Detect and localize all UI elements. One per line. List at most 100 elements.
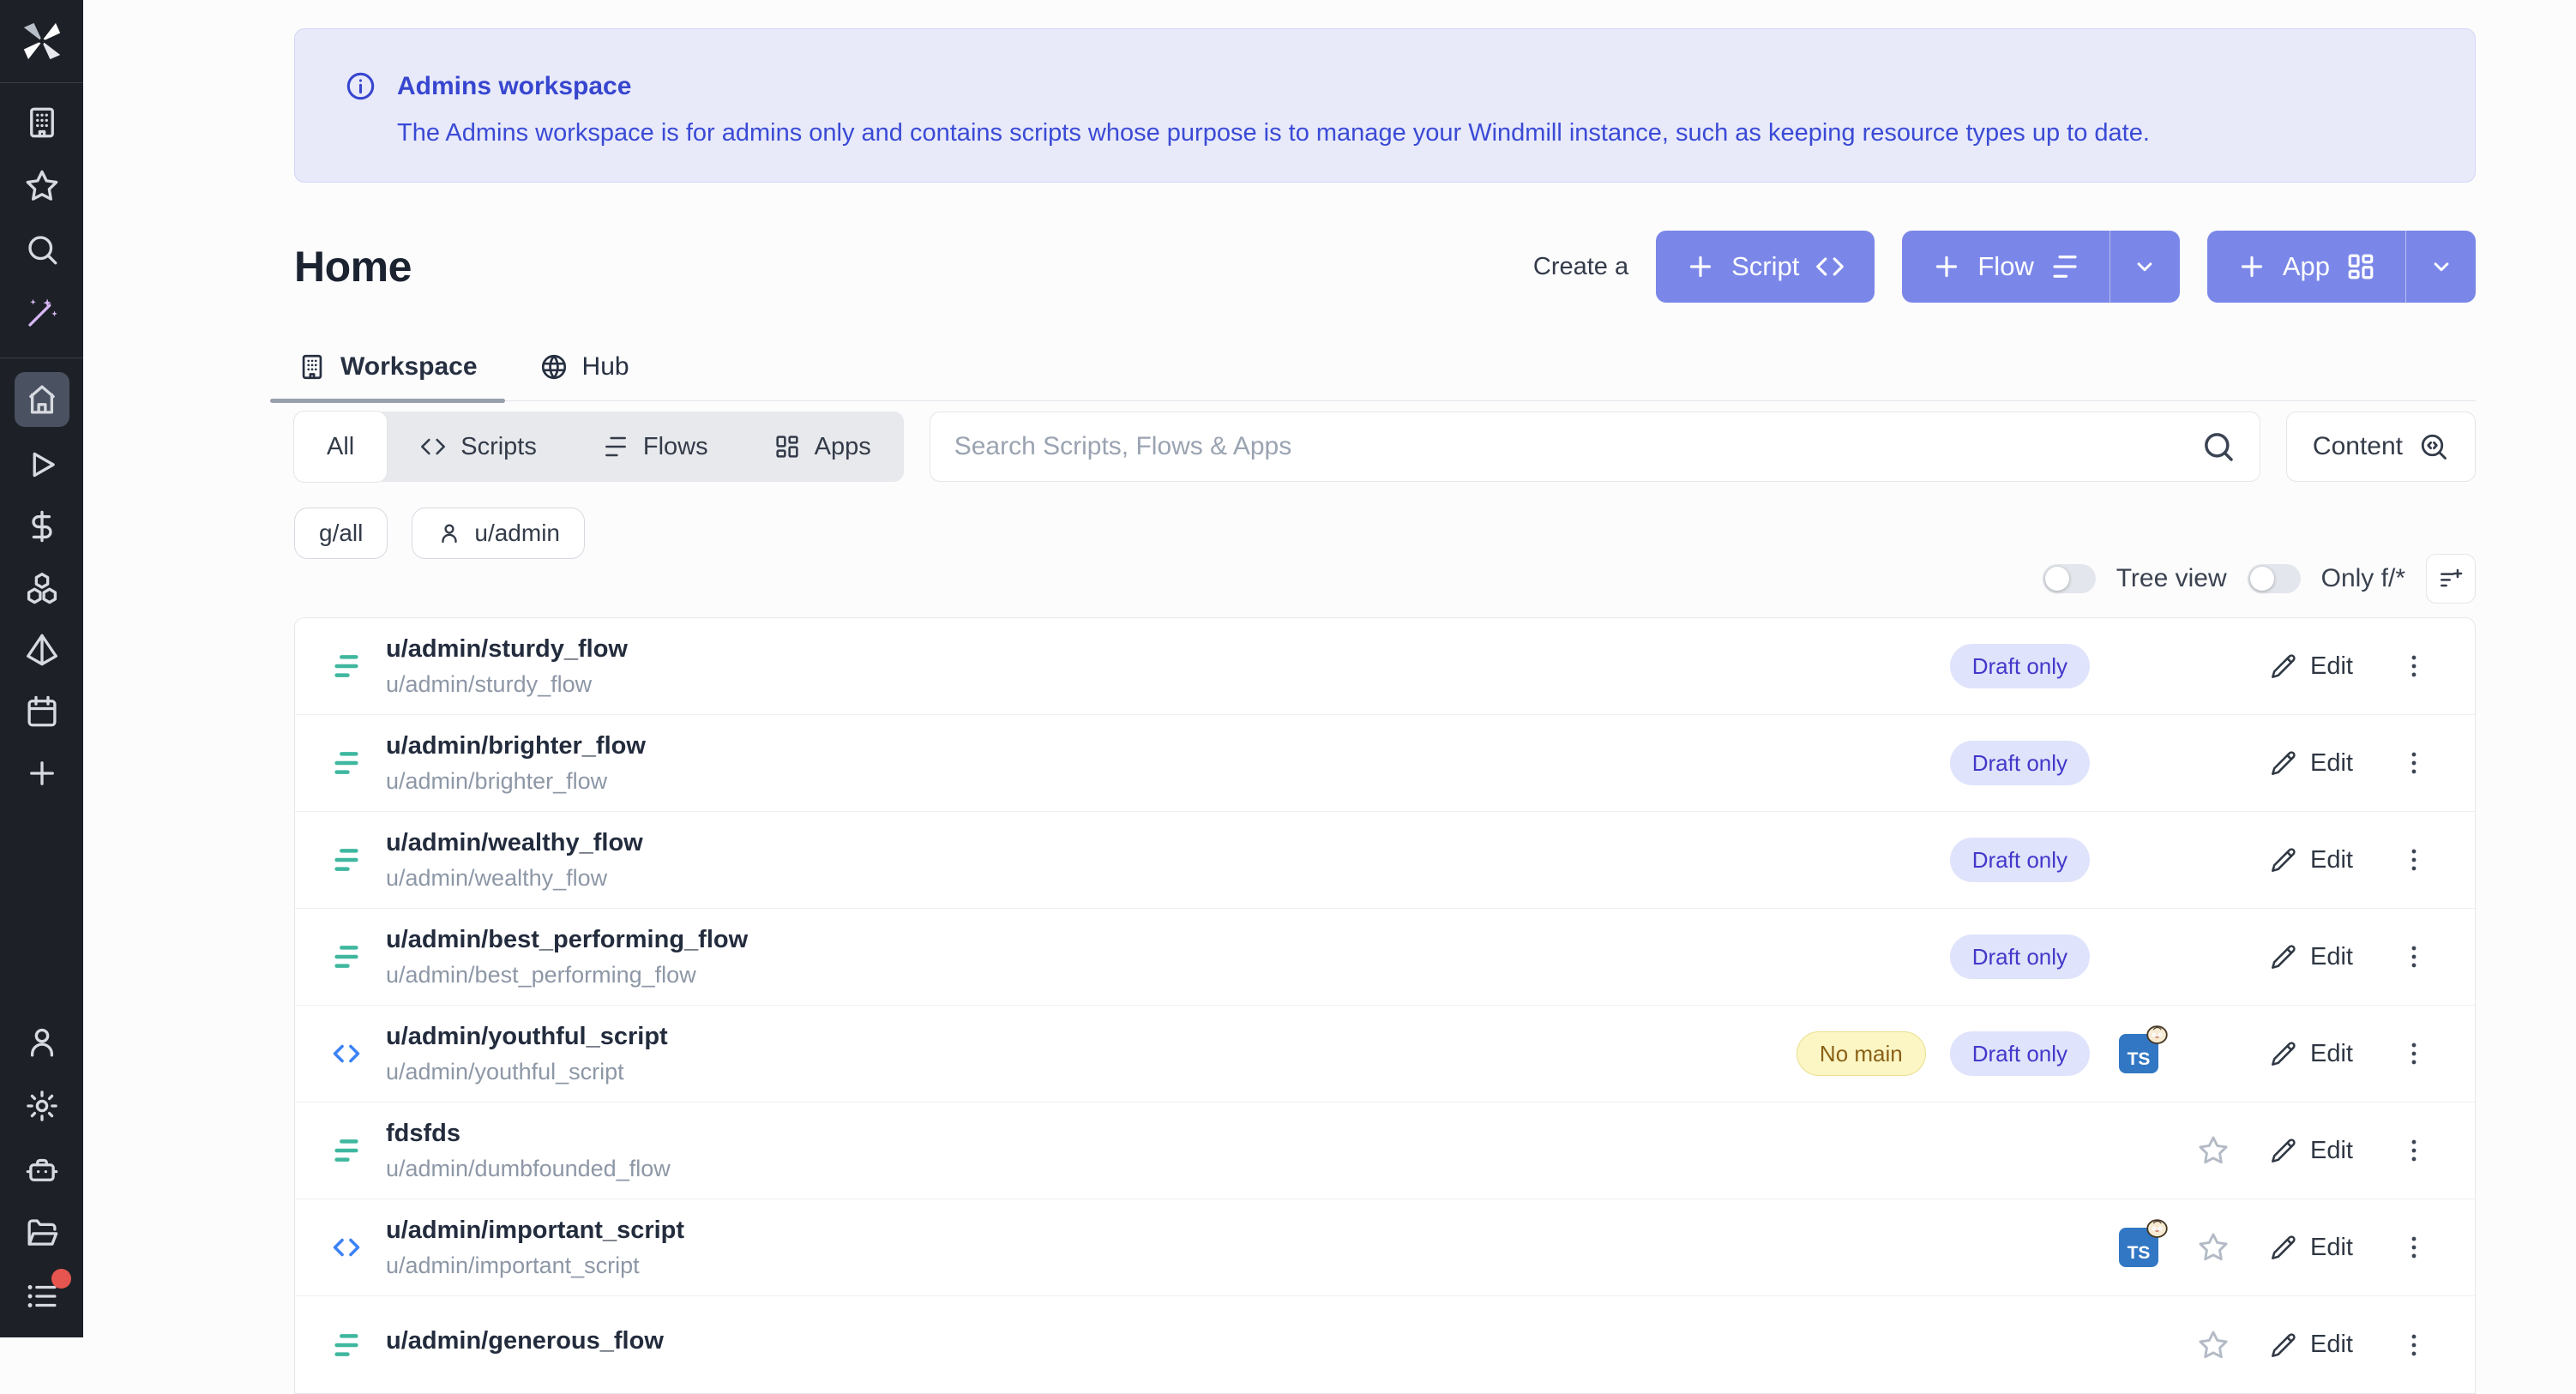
- edit-button[interactable]: Edit: [2270, 1234, 2353, 1262]
- item-path: u/admin/wealthy_flow: [386, 865, 643, 892]
- create-flow-main[interactable]: Flow: [1902, 231, 2109, 303]
- list-item-row[interactable]: u/admin/generous_flowEdit: [295, 1296, 2475, 1393]
- filter-all[interactable]: All: [294, 412, 387, 482]
- view-options-row: Tree viewOnly f/*: [294, 554, 2476, 604]
- flow-icon: [2049, 251, 2080, 282]
- list-item-row[interactable]: u/admin/best_performing_flowu/admin/best…: [295, 909, 2475, 1006]
- sidebar-item-favorites[interactable]: [15, 162, 69, 210]
- more-actions-button[interactable]: [2398, 1136, 2430, 1165]
- sidebar-item-search[interactable]: [15, 225, 69, 273]
- filter-label: Apps: [815, 433, 871, 461]
- sidebar-item-workers[interactable]: [15, 1145, 69, 1193]
- edit-button[interactable]: Edit: [2270, 1137, 2353, 1165]
- flow-icon: [329, 1136, 386, 1165]
- pencil-icon: [2270, 652, 2297, 680]
- list-item-row[interactable]: u/admin/important_scriptu/admin/importan…: [295, 1199, 2475, 1296]
- flow-icon: [329, 942, 386, 971]
- sidebar-item-resources[interactable]: [15, 564, 69, 612]
- sidebar-item-home[interactable]: [15, 372, 69, 427]
- content-search-button[interactable]: Content: [2286, 412, 2476, 482]
- more-actions-button[interactable]: [2398, 652, 2430, 681]
- edit-button[interactable]: Edit: [2270, 1040, 2353, 1068]
- item-path: u/admin/sturdy_flow: [386, 671, 628, 698]
- more-actions-button[interactable]: [2398, 748, 2430, 778]
- edit-button[interactable]: Edit: [2270, 652, 2353, 681]
- item-text: u/admin/important_scriptu/admin/importan…: [386, 1217, 684, 1279]
- filter-flows[interactable]: Flows: [569, 412, 741, 482]
- calendar-icon: [24, 694, 60, 730]
- sidebar-item-runs[interactable]: [15, 441, 69, 489]
- extra-filters-button[interactable]: [2426, 554, 2476, 604]
- sidebar-item-variables[interactable]: [15, 502, 69, 550]
- tag-g-all[interactable]: g/all: [294, 508, 388, 559]
- item-path: u/admin/brighter_flow: [386, 768, 646, 795]
- tab-workspace[interactable]: Workspace: [294, 347, 481, 400]
- sidebar-item-create[interactable]: [15, 749, 69, 797]
- create-flow-dropdown[interactable]: [2110, 231, 2180, 303]
- create-app-button[interactable]: App: [2207, 231, 2476, 303]
- sidebar-item-triggers[interactable]: [15, 626, 69, 674]
- more-actions-button[interactable]: [2398, 942, 2430, 971]
- chevron-down-icon: [2429, 254, 2454, 279]
- sidebar-item-settings[interactable]: [15, 1082, 69, 1130]
- windmill-logo[interactable]: [0, 0, 83, 83]
- favorite-star-cell: [2193, 1231, 2234, 1264]
- list-item-row[interactable]: u/admin/youthful_scriptu/admin/youthful_…: [295, 1006, 2475, 1103]
- star-icon[interactable]: [2197, 1329, 2230, 1361]
- tag-u-admin[interactable]: u/admin: [412, 508, 585, 559]
- create-script-main[interactable]: Script: [1656, 231, 1875, 303]
- toggle-tree-view[interactable]: [2043, 564, 2096, 593]
- item-text: u/admin/youthful_scriptu/admin/youthful_…: [386, 1023, 668, 1085]
- toggle-label: Tree view: [2116, 564, 2227, 593]
- filter-scripts[interactable]: Scripts: [387, 412, 569, 482]
- item-badges: No mainDraft only: [1797, 1031, 2090, 1076]
- item-actions: Draft onlyEdit: [1950, 838, 2430, 882]
- list-item-row[interactable]: u/admin/sturdy_flow u/admin/sturdy_flow Dr…: [295, 618, 2475, 715]
- sidebar-item-logs[interactable]: [15, 1272, 69, 1320]
- sidebar-item-folders[interactable]: [15, 1209, 69, 1257]
- sidebar-item-account[interactable]: [15, 1018, 69, 1067]
- list-item-row[interactable]: u/admin/wealthy_flowu/admin/wealthy_flow…: [295, 812, 2475, 909]
- item-text: u/admin/sturdy_flow u/admin/sturdy_flow: [386, 635, 628, 698]
- edit-button[interactable]: Edit: [2270, 749, 2353, 778]
- list-item-row[interactable]: u/admin/brighter_flow u/admin/brighter_fl…: [295, 715, 2475, 812]
- star-icon[interactable]: [2197, 1231, 2230, 1264]
- code-icon: [1815, 251, 1845, 282]
- pencil-icon: [2270, 749, 2297, 777]
- more-actions-button[interactable]: [2398, 1233, 2430, 1262]
- sidebar-item-ai[interactable]: [15, 289, 69, 337]
- pencil-icon: [2270, 846, 2297, 874]
- code-icon: [329, 1233, 386, 1262]
- item-title: u/admin/brighter_flow: [386, 732, 646, 760]
- more-actions-button[interactable]: [2398, 1039, 2430, 1068]
- ts-label: TS: [2128, 1243, 2151, 1264]
- edit-button[interactable]: Edit: [2270, 1331, 2353, 1359]
- more-actions-button[interactable]: [2398, 845, 2430, 874]
- chevron-down-icon: [2132, 254, 2158, 279]
- create-app-main[interactable]: App: [2207, 231, 2405, 303]
- pencil-icon: [2270, 943, 2297, 970]
- typescript-bun-icon: TS: [2119, 1228, 2158, 1267]
- draft-only-badge: Draft only: [1950, 741, 2090, 785]
- tab-hub[interactable]: Hub: [536, 347, 633, 400]
- edit-button[interactable]: Edit: [2270, 846, 2353, 874]
- item-title: u/admin/sturdy_flow: [386, 635, 628, 664]
- sidebar-item-schedules[interactable]: [15, 688, 69, 736]
- create-flow-button[interactable]: Flow: [1902, 231, 2179, 303]
- star-icon[interactable]: [2197, 1134, 2230, 1167]
- create-app-dropdown[interactable]: [2405, 231, 2476, 303]
- create-script-button[interactable]: Script: [1656, 231, 1875, 303]
- item-text: u/admin/best_performing_flowu/admin/best…: [386, 926, 748, 988]
- sidebar-item-workspaces[interactable]: [15, 99, 69, 147]
- item-badges: Draft only: [1950, 644, 2090, 688]
- edit-label: Edit: [2310, 846, 2353, 874]
- toggle-only-f-[interactable]: [2248, 564, 2301, 593]
- more-actions-button[interactable]: [2398, 1331, 2430, 1360]
- edit-button[interactable]: Edit: [2270, 943, 2353, 971]
- list-item-row[interactable]: fdsfdsu/admin/dumbfounded_flowEdit: [295, 1103, 2475, 1199]
- search-input[interactable]: [954, 432, 2184, 461]
- item-actions: Draft only Edit: [1950, 741, 2430, 785]
- filter-apps[interactable]: Apps: [741, 412, 904, 482]
- notification-dot: [51, 1269, 71, 1289]
- building-icon: [24, 105, 60, 141]
